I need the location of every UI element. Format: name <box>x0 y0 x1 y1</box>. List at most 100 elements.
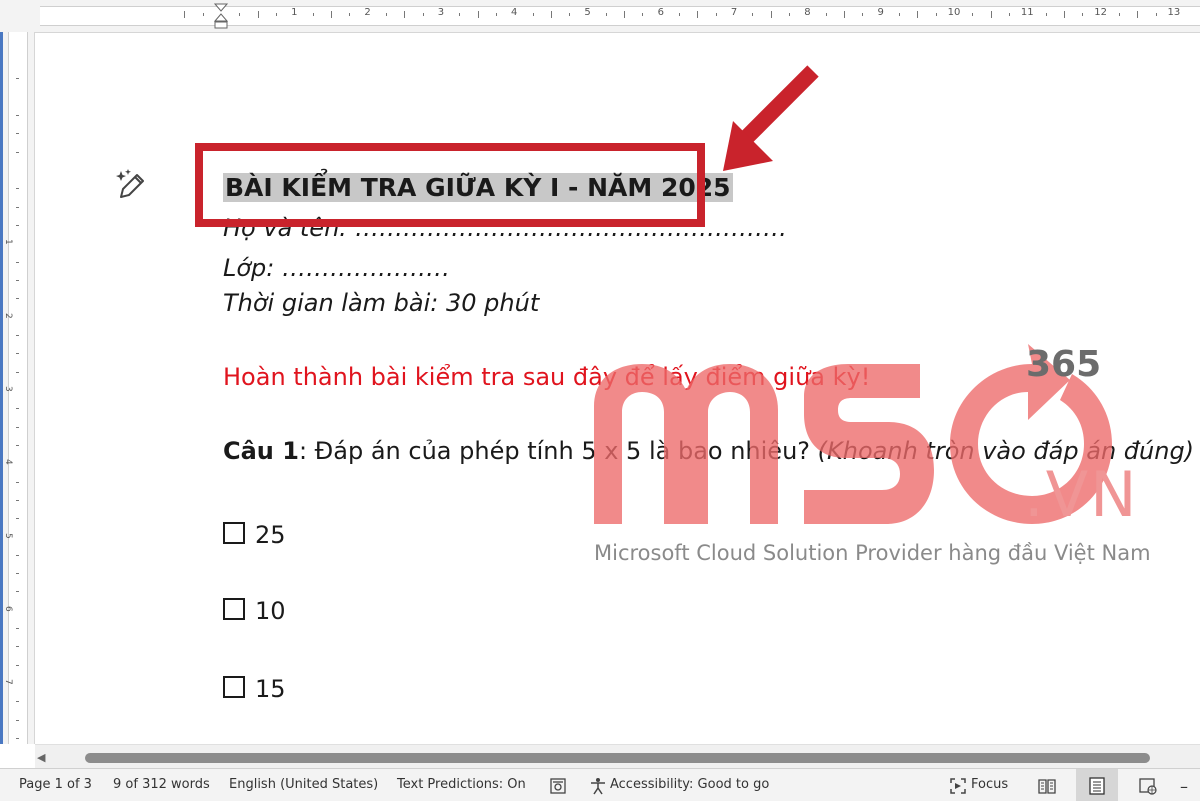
checkbox-icon <box>223 598 245 620</box>
vertical-ruler-tick <box>16 115 19 117</box>
ruler-number: 2 <box>364 7 371 18</box>
ruler-tick <box>844 11 846 18</box>
time-line[interactable]: Thời gian làm bài: 30 phút <box>223 289 539 317</box>
instruction-line[interactable]: Hoàn thành bài kiểm tra sau đây để lấy đ… <box>223 363 870 391</box>
horizontal-ruler[interactable]: 1 2 3 4 5 6 7 8 9 10 11 12 13 <box>0 0 1200 33</box>
ruler-tick <box>990 11 992 18</box>
ruler-tick <box>1008 13 1010 16</box>
ruler-tick <box>275 13 277 16</box>
print-layout-icon[interactable] <box>1089 777 1105 795</box>
vertical-ruler-tick <box>16 279 19 281</box>
ruler-tick <box>550 11 552 18</box>
ruler-tick <box>330 11 332 18</box>
watermark-365: 365 <box>1026 344 1102 385</box>
ruler-tick <box>715 13 717 16</box>
vertical-ruler[interactable]: 1 2 3 4 5 6 7 <box>0 32 35 744</box>
ruler-tick <box>935 13 937 16</box>
vertical-ruler-tick <box>16 426 19 428</box>
scroll-left-arrow-icon[interactable]: ◀ <box>37 751 45 764</box>
ruler-tick <box>532 13 534 16</box>
vertical-ruler-tick <box>16 188 19 190</box>
status-bar: Page 1 of 3 9 of 312 words English (Unit… <box>0 768 1200 801</box>
accessibility-status[interactable]: Accessibility: Good to go <box>610 777 769 792</box>
vertical-ruler-tick <box>16 444 19 446</box>
vertical-ruler-tick <box>16 738 19 740</box>
ruler-tick <box>349 13 351 16</box>
option-label: 25 <box>255 521 286 549</box>
vertical-ruler-tick <box>16 371 19 373</box>
document-page[interactable]: BÀI KIỂM TRA GIỮA KỲ I - NĂM 2025 Họ và … <box>35 33 1200 744</box>
word-count[interactable]: 9 of 312 words <box>113 777 210 792</box>
scrollbar-thumb[interactable] <box>85 753 1150 763</box>
answer-option[interactable]: 25 <box>223 521 286 549</box>
watermark-tagline: Microsoft Cloud Solution Provider hàng đ… <box>594 541 1151 565</box>
ruler-tick <box>862 13 864 16</box>
vertical-ruler-number: 5 <box>3 532 13 539</box>
vertical-ruler-tick <box>16 719 19 721</box>
ruler-tick <box>770 11 772 18</box>
answer-option[interactable]: 10 <box>223 597 286 625</box>
ruler-tick <box>697 11 699 18</box>
ruler-tick <box>1045 13 1047 16</box>
class-line[interactable]: Lớp: ………………… <box>223 254 450 282</box>
vertical-ruler-tick <box>16 628 19 630</box>
vertical-ruler-tick <box>16 261 19 263</box>
vertical-ruler-number: 6 <box>3 605 13 612</box>
ruler-number: 3 <box>437 7 445 18</box>
ruler-tick <box>422 13 424 16</box>
vertical-ruler-tick <box>16 664 19 666</box>
horizontal-scrollbar[interactable]: ◀ <box>35 744 1200 769</box>
ai-rewrite-pen-icon[interactable] <box>113 167 149 203</box>
answer-option[interactable]: 15 <box>223 675 286 703</box>
ruler-tick <box>495 13 497 16</box>
ruler-tick <box>1155 13 1157 16</box>
ruler-number: 10 <box>947 7 961 18</box>
vertical-ruler-tick <box>16 78 19 80</box>
ruler-tick <box>239 13 241 16</box>
language-indicator[interactable]: English (United States) <box>229 777 378 792</box>
vertical-ruler-tick <box>16 353 19 355</box>
vertical-ruler-tick <box>16 408 19 410</box>
ruler-tick <box>624 11 626 18</box>
ruler-tick <box>789 13 791 16</box>
focus-button[interactable]: Focus <box>971 777 1008 792</box>
vertical-ruler-tick <box>16 133 19 135</box>
ruler-number: 9 <box>877 7 884 18</box>
vertical-ruler-tick <box>16 701 19 703</box>
vertical-ruler-number: 2 <box>3 312 13 319</box>
ruler-tick <box>569 13 571 16</box>
ruler-number: 1 <box>291 7 298 18</box>
read-mode-icon[interactable] <box>1038 777 1056 795</box>
ruler-number: 7 <box>730 7 738 18</box>
ruler-tick <box>825 13 827 16</box>
vertical-ruler-number: 4 <box>3 459 13 465</box>
accessibility-icon[interactable] <box>589 777 607 795</box>
focus-icon[interactable] <box>949 777 967 795</box>
ruler-tick <box>642 13 644 16</box>
ruler-tick <box>184 11 186 18</box>
web-layout-icon[interactable] <box>1139 777 1157 795</box>
title-highlight-box <box>195 143 705 227</box>
ruler-number: 8 <box>804 7 811 18</box>
ruler-tick <box>899 13 901 16</box>
vertical-ruler-tick <box>16 646 19 648</box>
text-predictions-indicator[interactable]: Text Predictions: On <box>397 777 526 792</box>
ruler-tick <box>385 13 387 16</box>
page-count[interactable]: Page 1 of 3 <box>19 777 92 792</box>
zoom-out-button[interactable]: – <box>1180 777 1188 796</box>
question-1-label: Câu 1 <box>223 437 299 465</box>
ruler-tick <box>679 13 681 16</box>
vertical-ruler-tick <box>16 481 19 483</box>
vertical-ruler-tick <box>16 224 19 226</box>
ruler-tick <box>1082 13 1084 16</box>
ruler-tick <box>312 13 314 16</box>
vertical-ruler-tick <box>16 499 19 501</box>
vertical-ruler-tick <box>16 298 19 300</box>
indent-marker-icon[interactable] <box>214 2 228 30</box>
ruler-number: 11 <box>1020 7 1034 18</box>
option-label: 15 <box>255 675 286 703</box>
vertical-ruler-tick <box>16 151 19 153</box>
track-changes-icon[interactable] <box>549 777 567 795</box>
checkbox-icon <box>223 676 245 698</box>
ruler-tick <box>477 11 479 18</box>
